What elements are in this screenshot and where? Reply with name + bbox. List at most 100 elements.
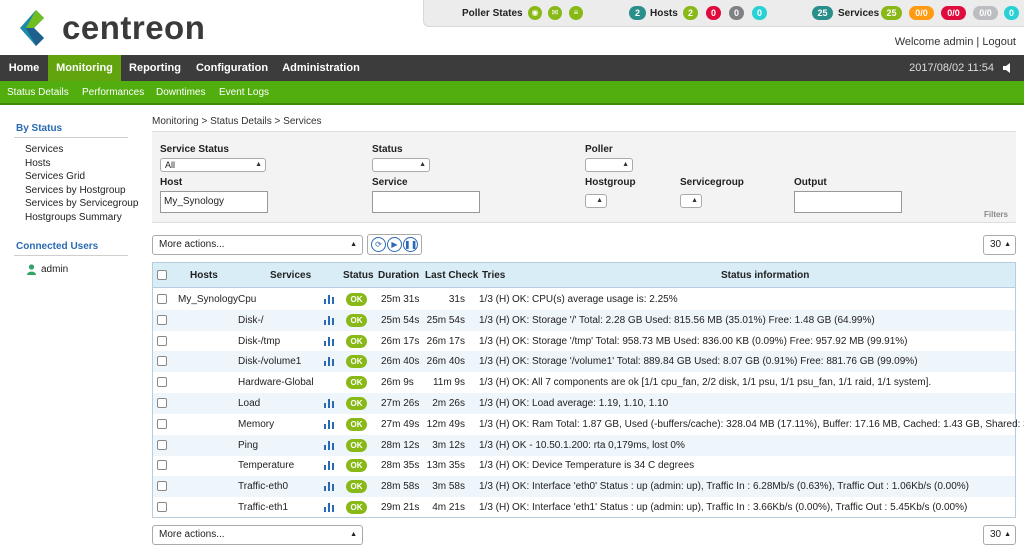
graph-icon[interactable] [324,503,334,512]
poller-select[interactable]: ▲ [585,158,633,172]
centreon-logo[interactable]: centreon [14,8,224,48]
menu-home[interactable]: Home [0,55,48,81]
service-input[interactable] [372,191,480,213]
table-row[interactable]: Load OK 27m 26s 2m 26s 1/3 (H) OK: Load avera… [153,393,1015,414]
filters-button[interactable]: Filters [984,210,1008,219]
column-tries[interactable]: Tries [482,263,505,288]
poller-database-icon[interactable]: ◉ [528,6,542,20]
services-ok-badge[interactable]: 25 [881,6,902,20]
hosts-label[interactable]: Hosts [650,8,678,19]
services-label[interactable]: Services [838,8,879,19]
more-actions-select-bottom[interactable]: More actions... ▲ [152,525,363,545]
sidebar-item-services-by-servicegroup[interactable]: Services by Servicegroup [25,198,138,209]
column-services[interactable]: Services [270,263,311,288]
services-critical-badge[interactable]: 0/0 [941,6,966,20]
table-row[interactable]: My_Synology Cpu OK 25m 31s 31s 1/3 (H) OK: CPU… [153,289,1015,310]
menu-monitoring[interactable]: Monitoring [48,55,121,81]
refresh-icon[interactable]: ⟳ [371,237,386,252]
poller-latency-icon[interactable]: ✉ [548,6,562,20]
pause-icon[interactable]: ❚❚ [403,237,418,252]
table-row[interactable]: Disk-/ OK 25m 54s 25m 54s 1/3 (H) OK: Storage… [153,309,1015,331]
menu-administration[interactable]: Administration [275,55,367,81]
status-select[interactable]: ▲ [372,158,430,172]
hostgroup-select[interactable]: ▲ [585,194,607,208]
table-row[interactable]: Traffic-eth0 OK 28m 58s 3m 58s 1/3 (H) OK: In… [153,476,1015,498]
service-name[interactable]: Disk-/volume1 [238,351,301,372]
logout-link[interactable]: Logout [982,36,1016,48]
service-name[interactable]: Disk-/tmp [238,331,280,352]
service-name[interactable]: Cpu [238,289,256,310]
poller-status-icon[interactable]: ≡ [569,6,583,20]
table-row[interactable]: Disk-/tmp OK 26m 17s 26m 17s 1/3 (H) OK: Stor… [153,331,1015,352]
column-status[interactable]: Status [343,263,374,288]
service-name[interactable]: Memory [238,414,274,435]
service-name[interactable]: Load [238,393,260,414]
more-actions-select[interactable]: More actions... ▲ [152,235,363,255]
menu-configuration[interactable]: Configuration [189,55,275,81]
table-row[interactable]: Traffic-eth1 OK 29m 21s 4m 21s 1/3 (H) OK: In… [153,497,1015,518]
graph-icon[interactable] [324,295,334,304]
table-row[interactable]: Memory OK 27m 49s 12m 49s 1/3 (H) OK: Ram Tot… [153,414,1024,435]
sidebar-item-hostgroups-summary[interactable]: Hostgroups Summary [25,212,122,223]
host-name[interactable]: My_Synology [178,289,238,310]
menu-reporting[interactable]: Reporting [121,55,189,81]
graph-icon[interactable] [324,461,334,471]
services-pending-badge[interactable]: 0 [1004,6,1019,20]
graph-icon[interactable] [324,440,334,450]
graph-icon[interactable] [324,336,334,346]
graph-icon[interactable] [324,399,334,408]
column-duration[interactable]: Duration [378,263,419,288]
row-checkbox[interactable] [157,335,167,346]
poller-states-label[interactable]: Poller States [462,8,523,19]
row-checkbox[interactable] [157,460,167,471]
graph-icon[interactable] [324,419,334,429]
row-checkbox[interactable] [157,377,167,388]
sidebar-item-services-by-hostgroup[interactable]: Services by Hostgroup [25,185,126,196]
service-status-select[interactable]: All ▲ [160,158,266,172]
table-row[interactable]: Temperature OK 28m 35s 13m 35s 1/3 (H) OK: De… [153,455,1015,476]
submenu-downtimes[interactable]: Downtimes [156,81,205,105]
hosts-up-badge[interactable]: 2 [683,6,698,20]
graph-icon[interactable] [324,315,334,325]
row-checkbox[interactable] [157,502,167,512]
graph-icon[interactable] [324,482,334,492]
services-total-badge[interactable]: 25 [812,6,833,20]
service-name[interactable]: Disk-/ [238,310,264,331]
table-row[interactable]: Hardware-Global OK 26m 9s 11m 9s 1/3 (H) OK: … [153,372,1015,393]
row-checkbox[interactable] [157,418,167,429]
output-input[interactable] [794,191,902,213]
services-warning-badge[interactable]: 0/0 [909,6,934,20]
connected-user-admin[interactable]: admin [41,264,68,275]
per-page-select-bottom[interactable]: 30 ▲ [983,525,1016,545]
row-checkbox[interactable] [157,356,167,367]
service-name[interactable]: Traffic-eth1 [238,497,288,518]
hosts-total-badge[interactable]: 2 [629,6,646,20]
hosts-pending-badge[interactable]: 0 [752,6,767,20]
hosts-unreachable-badge[interactable]: 0 [729,6,744,20]
service-name[interactable]: Ping [238,435,258,456]
row-checkbox[interactable] [157,314,167,325]
column-hosts[interactable]: Hosts [190,263,218,288]
column-last-check[interactable]: Last Check [425,263,478,288]
table-row[interactable]: Ping OK 28m 12s 3m 12s 1/3 (H) OK - 10.50.1.2… [153,434,1015,456]
row-checkbox[interactable] [157,481,167,492]
hosts-down-badge[interactable]: 0 [706,6,721,20]
sidebar-item-services[interactable]: Services [25,144,63,155]
service-name[interactable]: Traffic-eth0 [238,476,288,497]
per-page-select[interactable]: 30 ▲ [983,235,1016,255]
speaker-icon[interactable] [1002,62,1014,74]
sidebar-item-services-grid[interactable]: Services Grid [25,171,85,182]
service-name[interactable]: Hardware-Global [238,372,314,393]
table-row[interactable]: Disk-/volume1 OK 26m 40s 26m 40s 1/3 (H) OK: … [153,351,1015,373]
host-input[interactable]: My_Synology [160,191,268,213]
select-all-checkbox[interactable] [157,270,167,280]
row-checkbox[interactable] [157,398,167,408]
play-icon[interactable]: ▶ [387,237,402,252]
row-checkbox[interactable] [157,439,167,450]
service-name[interactable]: Temperature [238,455,294,476]
submenu-status-details[interactable]: Status Details [7,81,69,105]
servicegroup-select[interactable]: ▲ [680,194,702,208]
services-unknown-badge[interactable]: 0/0 [973,6,998,20]
submenu-performances[interactable]: Performances [82,81,144,105]
submenu-event-logs[interactable]: Event Logs [219,81,269,105]
